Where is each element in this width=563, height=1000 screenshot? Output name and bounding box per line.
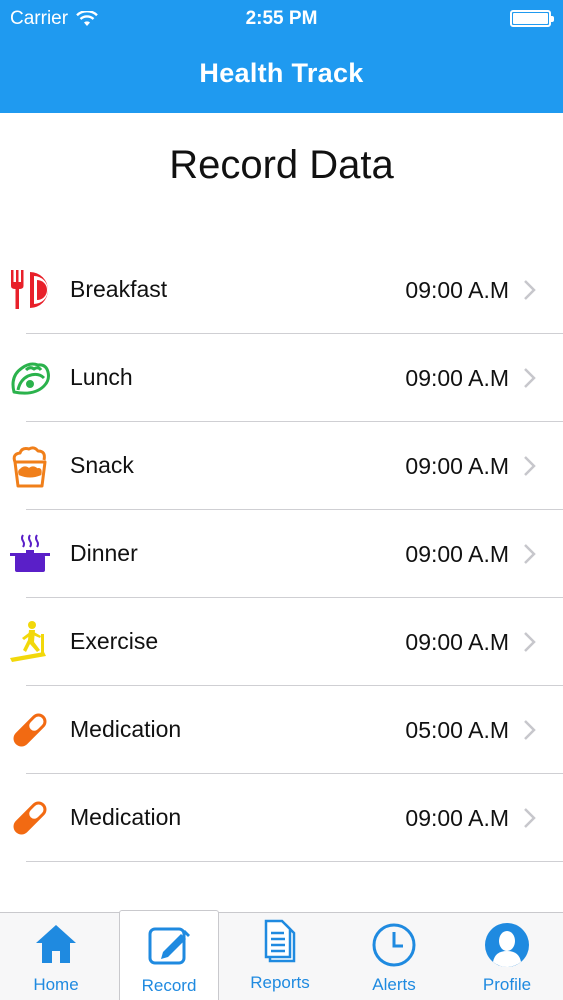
record-label: Lunch (70, 364, 133, 390)
treadmill-icon (10, 621, 46, 662)
record-row-medication[interactable]: Medication 09:00 A.M (0, 774, 563, 862)
chevron-right-icon (524, 456, 536, 476)
record-label: Medication (70, 804, 182, 830)
app-title: Health Track (199, 58, 364, 88)
taco-icon (11, 362, 50, 395)
status-bar: Carrier 2:55 PM (0, 0, 563, 40)
page-title: Record Data (169, 143, 394, 187)
record-label: Dinner (70, 540, 138, 566)
tab-alerts[interactable]: Alerts (338, 913, 450, 1000)
tab-reports[interactable]: Reports (224, 913, 336, 1000)
pill-icon (13, 801, 47, 835)
record-row-dinner[interactable]: Dinner 09:00 A.M (0, 510, 563, 598)
record-time: 09:00 A.M (405, 541, 509, 567)
tab-bar: Home Record Reports Alerts Profile (0, 910, 563, 1000)
record-row-snack[interactable]: Snack 09:00 A.M (0, 422, 563, 510)
tab-label: Home (33, 975, 79, 994)
chevron-right-icon (524, 280, 536, 300)
tab-record[interactable]: Record (119, 910, 219, 1000)
tab-label: Alerts (372, 975, 416, 994)
record-label: Breakfast (70, 276, 168, 302)
record-label: Medication (70, 716, 182, 742)
record-label: Exercise (70, 628, 159, 654)
tab-label: Record (141, 976, 197, 995)
record-label: Snack (70, 452, 134, 478)
tab-home[interactable]: Home (0, 913, 112, 1000)
tab-profile[interactable]: Profile (451, 913, 563, 1000)
battery-icon (510, 10, 554, 27)
record-list: Breakfast 09:00 A.M Lunch 09:00 A.M Snac… (0, 246, 563, 862)
record-row-lunch[interactable]: Lunch 09:00 A.M (0, 334, 563, 422)
fork-plate-icon (11, 270, 48, 309)
chevron-right-icon (524, 632, 536, 652)
record-time: 09:00 A.M (405, 629, 509, 655)
tab-label: Profile (482, 975, 532, 994)
cooking-pot-icon (10, 534, 50, 572)
record-row-exercise[interactable]: Exercise 09:00 A.M (0, 598, 563, 686)
chevron-right-icon (524, 368, 536, 388)
record-time: 09:00 A.M (405, 805, 509, 831)
record-row-breakfast[interactable]: Breakfast 09:00 A.M (0, 246, 563, 334)
record-row-medication[interactable]: Medication 05:00 A.M (0, 686, 563, 774)
reports-icon (264, 919, 296, 963)
chevron-right-icon (524, 544, 536, 564)
popcorn-icon (12, 446, 47, 488)
home-icon (36, 925, 76, 963)
record-time: 09:00 A.M (405, 277, 509, 303)
record-time: 05:00 A.M (405, 717, 509, 743)
user-icon (485, 923, 529, 967)
edit-icon (148, 927, 190, 965)
status-time: 2:55 PM (245, 8, 318, 29)
tab-label: Reports (250, 973, 310, 992)
chevron-right-icon (524, 808, 536, 828)
chevron-right-icon (524, 720, 536, 740)
record-time: 09:00 A.M (405, 365, 509, 391)
clock-icon (372, 923, 416, 967)
app-header: Carrier 2:55 PM Health Track (0, 0, 563, 113)
pill-icon (13, 713, 47, 747)
row-separator (26, 861, 563, 862)
record-time: 09:00 A.M (405, 453, 509, 479)
